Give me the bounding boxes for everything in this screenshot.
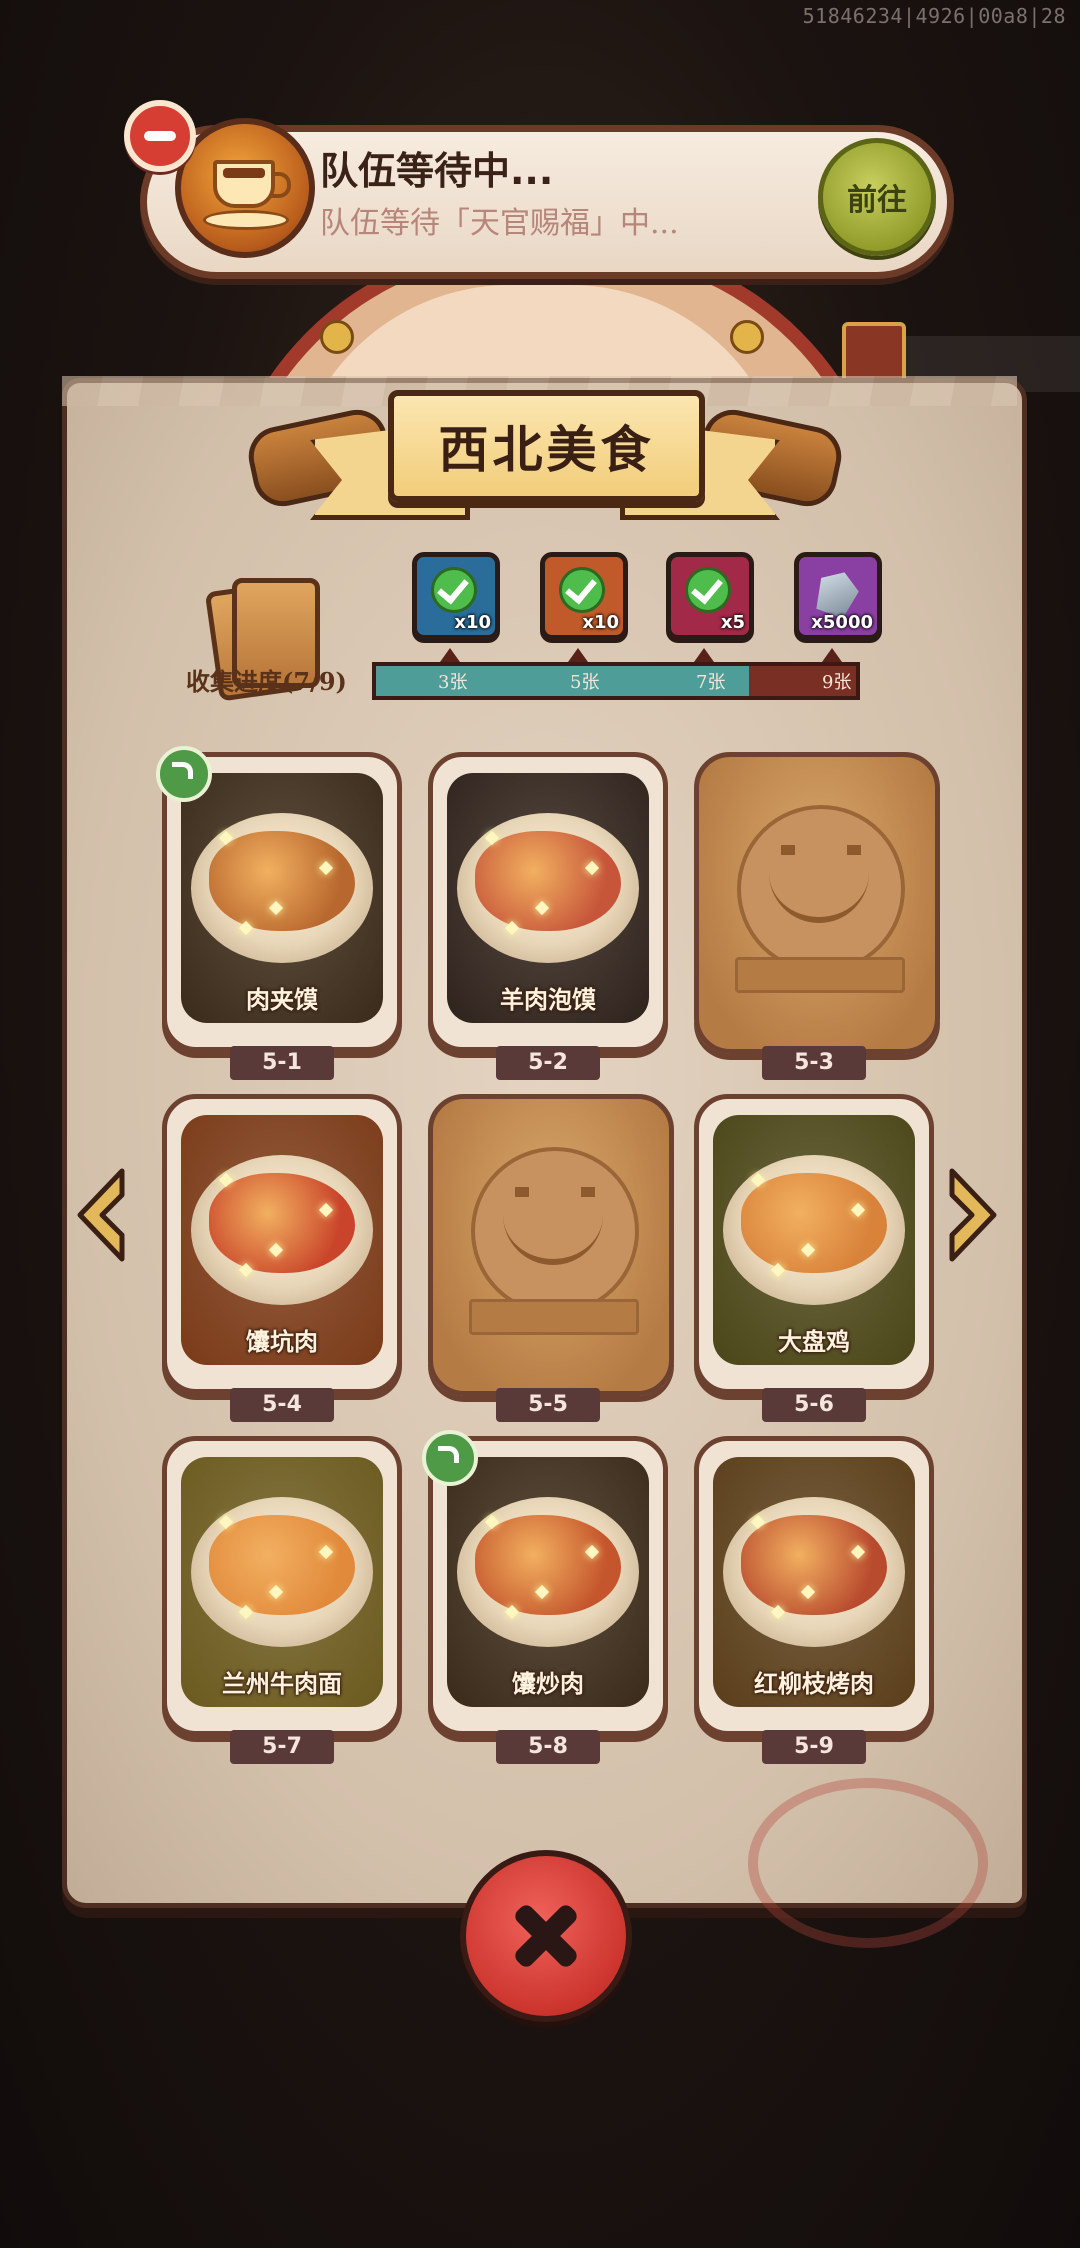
- dish-shape: [475, 831, 621, 931]
- dish-shape: [741, 1515, 887, 1615]
- food-card[interactable]: 5-5: [428, 1094, 674, 1422]
- seal-stamp: [748, 1778, 988, 1948]
- reward-quantity: x10: [582, 612, 619, 633]
- threshold-marker: [694, 648, 714, 662]
- food-image: 红柳枝烤肉: [713, 1457, 915, 1707]
- food-image: 羊肉泡馍: [447, 773, 649, 1023]
- placeholder-banner: [469, 1299, 639, 1335]
- dish-shape: [209, 1173, 355, 1273]
- food-level-tag: 5-3: [762, 1046, 866, 1080]
- threshold-marker: [440, 648, 460, 662]
- previous-page-arrow-icon[interactable]: [72, 1165, 134, 1265]
- cup-shape: [213, 160, 291, 208]
- dish-shape: [741, 1173, 887, 1273]
- locked-food-placeholder: [694, 752, 940, 1054]
- goto-button[interactable]: 前往: [818, 138, 936, 256]
- food-name: 馕炒肉: [512, 1669, 584, 1698]
- scroll-icon[interactable]: x10: [540, 552, 628, 640]
- saucer-shape: [203, 210, 289, 230]
- panel-title: 西北美食: [438, 421, 655, 479]
- food-card-frame: 馕坑肉: [162, 1094, 402, 1394]
- claimed-check-icon: [685, 567, 731, 613]
- food-image: 肉夹馍: [181, 773, 383, 1023]
- debug-id-text: 51846234|4926|00a8|28: [802, 4, 1066, 28]
- food-level-tag: 5-4: [230, 1388, 334, 1422]
- food-level-tag: 5-7: [230, 1730, 334, 1764]
- background-back-arrow-icon: [60, 1980, 180, 2060]
- share-arrow-icon[interactable]: [156, 746, 212, 802]
- collection-progress-bar: 3张 5张 7张 9张: [372, 662, 860, 700]
- locked-food-placeholder: [428, 1094, 674, 1396]
- close-button[interactable]: [460, 1850, 632, 2022]
- food-card[interactable]: 肉夹馍 5-1: [156, 746, 402, 1080]
- food-card[interactable]: 大盘鸡 5-6: [694, 1094, 934, 1422]
- food-card-frame: 羊肉泡馍: [428, 752, 668, 1052]
- food-card[interactable]: 羊肉泡馍 5-2: [428, 752, 668, 1080]
- collection-progress-label: 收集进度(7/9): [186, 667, 347, 696]
- threshold-label: 5张: [570, 672, 600, 693]
- reward-quantity: x5: [720, 612, 745, 633]
- placeholder-banner: [735, 957, 905, 993]
- next-page-arrow-icon[interactable]: [940, 1165, 1002, 1265]
- chef-face-icon: [471, 1147, 639, 1315]
- food-card[interactable]: 红柳枝烤肉 5-9: [694, 1436, 934, 1764]
- threshold-label: 3张: [438, 672, 468, 693]
- food-name: 肉夹馍: [246, 985, 318, 1014]
- reward-quantity: x5000: [811, 612, 873, 633]
- tea-cup-icon: [175, 118, 315, 258]
- food-card[interactable]: 5-3: [694, 752, 940, 1080]
- dish-shape: [209, 1515, 355, 1615]
- chest-icon[interactable]: x10: [412, 552, 500, 640]
- progress-bar-fill: [376, 666, 750, 696]
- food-name: 大盘鸡: [778, 1327, 850, 1356]
- food-level-tag: 5-6: [762, 1388, 866, 1422]
- food-level-tag: 5-1: [230, 1046, 334, 1080]
- claimed-check-icon: [431, 567, 477, 613]
- food-level-tag: 5-2: [496, 1046, 600, 1080]
- food-card[interactable]: 馕炒肉 5-8: [422, 1430, 668, 1764]
- food-image: 馕炒肉: [447, 1457, 649, 1707]
- dish-shape: [475, 1515, 621, 1615]
- threshold-marker: [568, 648, 588, 662]
- food-card[interactable]: 馕坑肉 5-4: [162, 1094, 402, 1422]
- reward-quantity: x10: [454, 612, 491, 633]
- panel-title-plate: 西北美食: [388, 390, 705, 502]
- threshold-label: 7张: [696, 672, 726, 693]
- team-banner-title: 队伍等待中...: [320, 149, 554, 193]
- threshold-label: 9张: [822, 672, 852, 693]
- food-card[interactable]: 兰州牛肉面 5-7: [162, 1436, 402, 1764]
- food-image: 大盘鸡: [713, 1115, 915, 1365]
- threshold-marker: [822, 648, 842, 662]
- claimed-check-icon: [559, 567, 605, 613]
- dish-shape: [209, 831, 355, 931]
- arch-stud: [730, 320, 764, 354]
- potion-orb-icon[interactable]: x5: [666, 552, 754, 640]
- food-card-frame: 兰州牛肉面: [162, 1436, 402, 1736]
- food-name: 馕坑肉: [246, 1327, 318, 1356]
- food-name: 红柳枝烤肉: [754, 1669, 874, 1698]
- food-level-tag: 5-8: [496, 1730, 600, 1764]
- crystal-icon[interactable]: x5000: [794, 552, 882, 640]
- team-banner-subtitle: 队伍等待「天官赐福」中...: [320, 206, 679, 241]
- food-card-frame: 红柳枝烤肉: [694, 1436, 934, 1736]
- food-image: 馕坑肉: [181, 1115, 383, 1365]
- chef-face-icon: [737, 805, 905, 973]
- food-name: 兰州牛肉面: [222, 1669, 342, 1698]
- share-arrow-icon[interactable]: [422, 1430, 478, 1486]
- food-level-tag: 5-9: [762, 1730, 866, 1764]
- minimize-button[interactable]: [124, 100, 196, 172]
- food-card-frame: 大盘鸡: [694, 1094, 934, 1394]
- food-image: 兰州牛肉面: [181, 1457, 383, 1707]
- arch-stud: [320, 320, 354, 354]
- food-level-tag: 5-5: [496, 1388, 600, 1422]
- food-name: 羊肉泡馍: [500, 985, 596, 1014]
